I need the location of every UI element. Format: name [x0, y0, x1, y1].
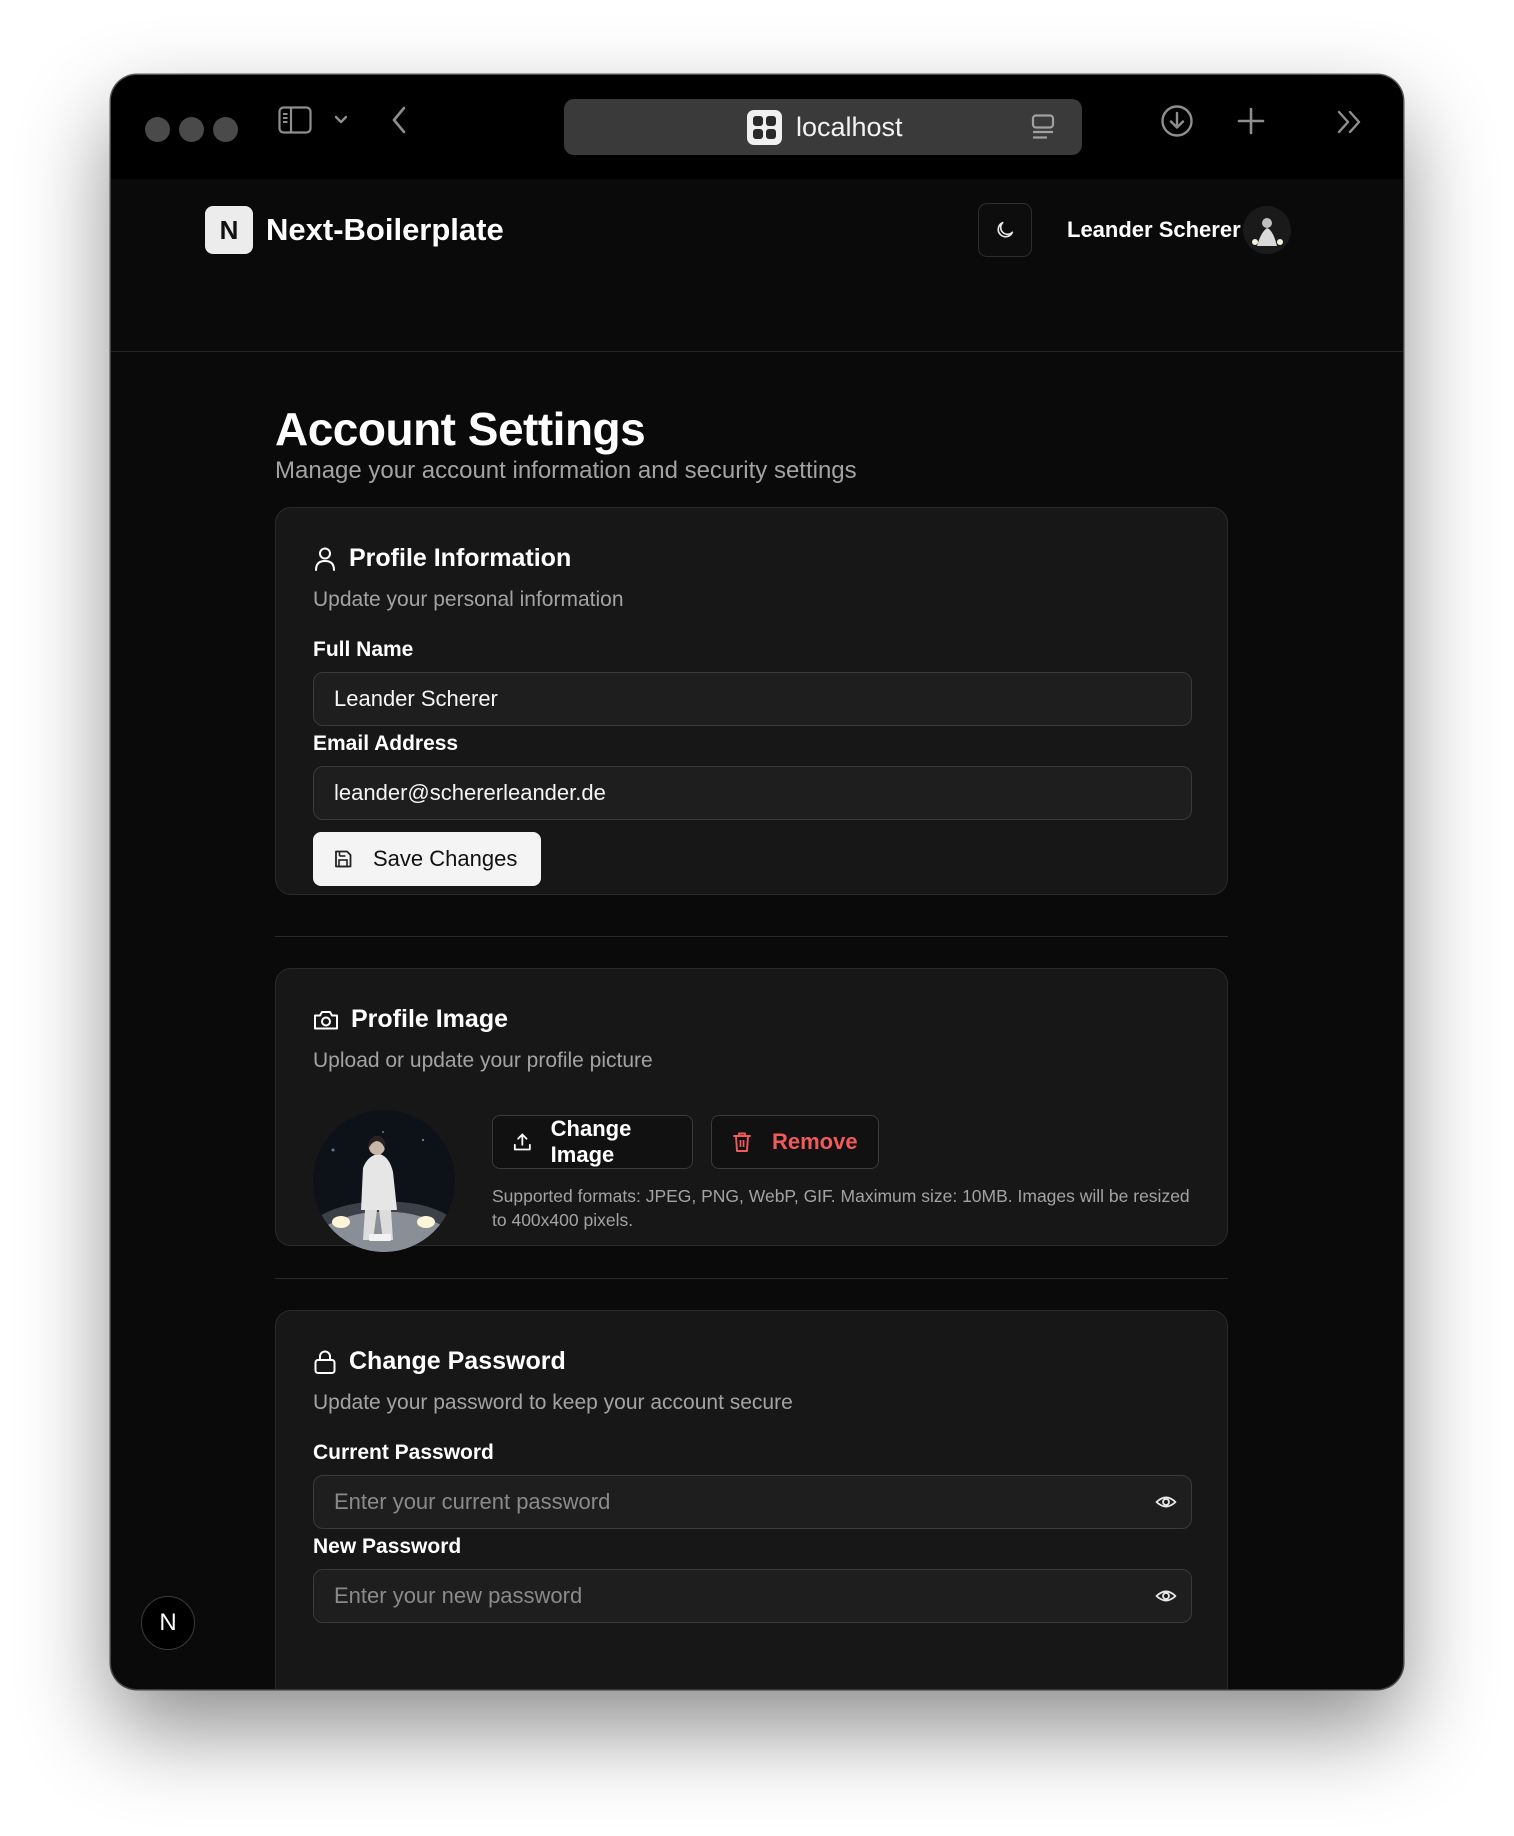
app-header: N Next-Boilerplate Leander Scherer	[111, 179, 1403, 352]
card-description: Upload or update your profile picture	[313, 1049, 653, 1072]
browser-window: localhost N Next-Boilerplate Leander Sch…	[111, 75, 1403, 1689]
current-password-placeholder: Enter your current password	[334, 1489, 611, 1514]
change-image-label: Change Image	[550, 1116, 632, 1167]
nextjs-dev-badge[interactable]: N	[141, 1596, 195, 1650]
reader-icon[interactable]	[1030, 113, 1058, 146]
current-password-label: Current Password	[313, 1441, 494, 1464]
profile-image-preview	[313, 1110, 455, 1252]
save-icon	[335, 850, 352, 868]
zoom-window-button[interactable]	[213, 117, 238, 142]
section-divider	[275, 936, 1228, 937]
url-text: localhost	[796, 112, 903, 142]
save-changes-label: Save Changes	[373, 846, 518, 871]
remove-image-button[interactable]: Remove	[711, 1115, 879, 1169]
save-changes-button[interactable]: Save Changes	[313, 832, 541, 886]
change-password-card: Change Password Update your password to …	[275, 1310, 1228, 1689]
remove-image-label: Remove	[772, 1129, 858, 1154]
user-name[interactable]: Leander Scherer	[1067, 217, 1241, 243]
sidebar-icon[interactable]	[277, 105, 313, 135]
email-label: Email Address	[313, 732, 459, 755]
site-favicon-icon	[747, 110, 782, 145]
full-name-input[interactable]: Leander Scherer	[313, 672, 1192, 726]
back-icon[interactable]	[389, 103, 409, 137]
new-password-placeholder: Enter your new password	[334, 1583, 583, 1608]
image-upload-hint: Supported formats: JPEG, PNG, WebP, GIF.…	[492, 1186, 1190, 1230]
email-value: leander@schererleander.de	[334, 780, 606, 805]
section-divider	[275, 1278, 1228, 1279]
download-icon[interactable]	[1159, 103, 1195, 139]
theme-toggle-button[interactable]	[978, 203, 1032, 257]
overflow-icon[interactable]	[1335, 107, 1365, 137]
card-title: Change Password	[349, 1347, 566, 1375]
card-description: Update your password to keep your accoun…	[313, 1391, 793, 1414]
new-tab-icon[interactable]	[1235, 105, 1267, 137]
card-description: Update your personal information	[313, 588, 624, 611]
trash-icon	[733, 1132, 751, 1152]
email-input[interactable]: leander@schererleander.de	[313, 766, 1192, 820]
moon-icon	[997, 221, 1014, 238]
chevron-down-icon[interactable]	[333, 113, 349, 127]
full-name-value: Leander Scherer	[334, 686, 498, 711]
page-subtitle: Manage your account information and secu…	[275, 457, 857, 484]
page-title: Account Settings	[275, 403, 646, 455]
camera-icon	[314, 1010, 338, 1029]
new-password-input[interactable]: Enter your new password	[313, 1569, 1192, 1623]
full-name-label: Full Name	[313, 638, 414, 661]
eye-icon[interactable]	[1155, 1491, 1177, 1513]
profile-image-card: Profile Image Upload or update your prof…	[275, 968, 1228, 1252]
lock-icon	[314, 1350, 336, 1374]
profile-information-card: Profile Information Update your personal…	[275, 507, 1228, 895]
current-password-input[interactable]: Enter your current password	[313, 1475, 1192, 1529]
logo-icon[interactable]: N	[205, 206, 253, 254]
minimize-window-button[interactable]	[179, 117, 204, 142]
avatar[interactable]	[1243, 206, 1291, 254]
card-title: Profile Information	[349, 544, 572, 572]
eye-icon[interactable]	[1155, 1585, 1177, 1607]
change-image-button[interactable]: Change Image	[492, 1115, 693, 1169]
browser-titlebar: localhost	[111, 75, 1403, 179]
upload-icon	[513, 1133, 531, 1151]
close-window-button[interactable]	[145, 117, 170, 142]
new-password-label: New Password	[313, 1535, 462, 1558]
card-title: Profile Image	[351, 1005, 508, 1033]
brand-name[interactable]: Next-Boilerplate	[266, 212, 504, 248]
user-icon	[315, 547, 335, 571]
address-bar[interactable]: localhost	[564, 99, 1082, 155]
